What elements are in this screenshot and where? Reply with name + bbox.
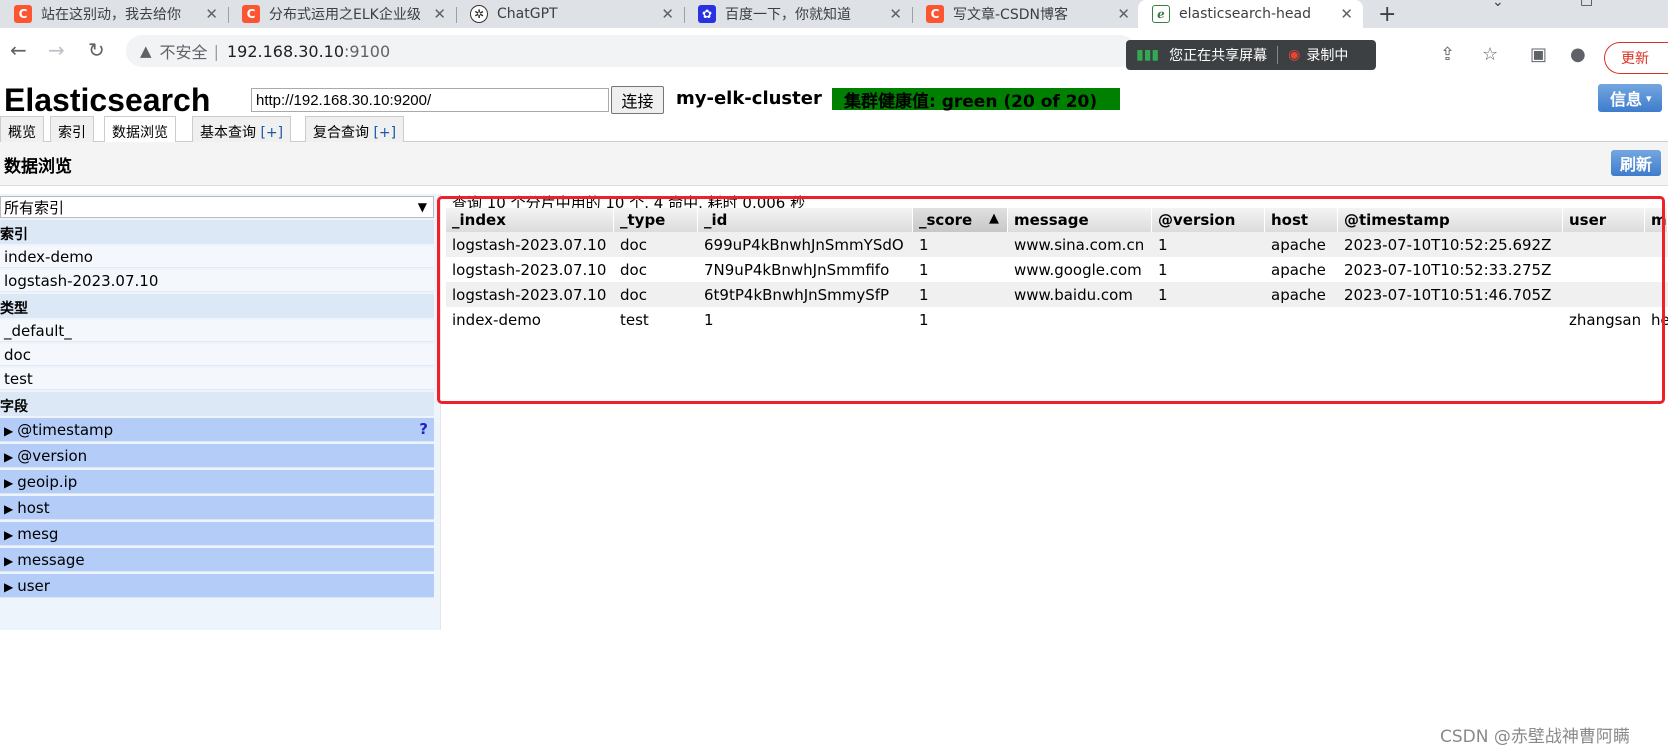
filter-sidebar: 所有索引 ▼ 索引 index-demo logstash-2023.07.10…	[0, 194, 440, 630]
page-title: 数据浏览	[4, 157, 72, 177]
browser-tab-strip: C 站在这别动，我去给你 ✕ C 分布式运用之ELK企业级 ✕ ✲ ChatGP…	[0, 0, 1668, 28]
sidebar-field-item[interactable]: ▶ geoip.ip	[0, 470, 434, 494]
share-page-icon[interactable]: ⇪	[1440, 44, 1455, 65]
new-tab-icon[interactable]: +	[1378, 2, 1396, 27]
browser-tab[interactable]: C 写文章-CSDN博客 ✕	[912, 0, 1140, 28]
sidebar-field-item[interactable]: ▶ @version	[0, 444, 434, 468]
forward-icon[interactable]: →	[48, 38, 65, 62]
chevron-down-icon[interactable]: ⌄	[1492, 0, 1504, 10]
browser-tab[interactable]: C 分布式运用之ELK企业级 ✕	[228, 0, 456, 28]
update-button[interactable]: 更新	[1604, 42, 1668, 74]
insecure-label: 不安全	[159, 43, 208, 62]
sidebar-field-item[interactable]: ▶ user	[0, 574, 434, 598]
close-icon[interactable]: ✕	[205, 5, 218, 23]
tab-title: 站在这别动，我去给你	[41, 7, 181, 23]
close-icon[interactable]: ✕	[889, 5, 902, 23]
info-label: 信息	[1610, 90, 1643, 109]
expand-triangle-icon: ▶	[4, 450, 14, 464]
elasticsearch-head-app: Elasticsearch 连接 my-elk-cluster 集群健康值: g…	[0, 74, 1668, 753]
sidebar-type-item[interactable]: test	[0, 368, 434, 390]
profile-avatar-icon[interactable]: ●	[1570, 44, 1586, 65]
csdn-icon: C	[242, 5, 260, 23]
tab-data-browser[interactable]: 数据浏览	[104, 116, 176, 143]
expand-triangle-icon: ▶	[4, 424, 14, 438]
record-icon: ◉	[1288, 47, 1301, 63]
screen-share-bar[interactable]: ▮▮▮ 您正在共享屏幕 ◉ 录制中	[1126, 40, 1376, 70]
close-icon[interactable]: ✕	[433, 5, 446, 23]
close-icon[interactable]: ✕	[661, 5, 674, 23]
expand-triangle-icon: ▶	[4, 554, 14, 568]
recording-text: 录制中	[1306, 48, 1349, 64]
warning-icon: ▲	[140, 42, 152, 60]
tab-indices[interactable]: 索引	[50, 116, 94, 142]
tab-overview[interactable]: 概览	[0, 116, 44, 142]
tab-title: elasticsearch-head	[1179, 6, 1311, 22]
chevron-down-icon: ▼	[417, 200, 427, 214]
reload-icon[interactable]: ↻	[88, 38, 105, 62]
caret-down-icon: ▾	[1646, 91, 1652, 105]
types-header: 类型	[0, 294, 434, 318]
index-select[interactable]: 所有索引 ▼	[0, 196, 434, 218]
watermark: CSDN @赤壁战神曹阿瞒	[1440, 727, 1630, 747]
red-annotation-box	[437, 196, 1665, 404]
info-menu-button[interactable]: 信息 ▾	[1598, 84, 1662, 112]
indices-header: 索引	[0, 220, 434, 244]
page-header: 数据浏览 刷新	[0, 142, 1668, 186]
sidebar-type-item[interactable]: doc	[0, 344, 434, 366]
refresh-button[interactable]: 刷新	[1611, 150, 1661, 176]
expand-triangle-icon: ▶	[4, 528, 14, 542]
chatgpt-icon: ✲	[470, 5, 488, 23]
app-nav-tabs: 概览 索引 数据浏览 基本查询 [+] 复合查询 [+]	[0, 116, 1668, 143]
sidebar-field-item[interactable]: ▶ @timestamp ?	[0, 418, 434, 442]
browser-tab-active[interactable]: ℯ elasticsearch-head ✕	[1138, 0, 1363, 28]
csdn-icon: C	[926, 5, 944, 23]
bookmark-star-icon[interactable]: ☆	[1482, 44, 1498, 65]
browser-tab[interactable]: ✿ 百度一下，你就知道 ✕	[684, 0, 912, 28]
signal-bars-icon: ▮▮▮	[1136, 47, 1160, 63]
browser-tab[interactable]: ✲ ChatGPT ✕	[456, 0, 684, 28]
tab-title: 分布式运用之ELK企业级	[269, 7, 421, 23]
cluster-name: my-elk-cluster	[676, 88, 822, 109]
tab-title: ChatGPT	[497, 6, 558, 22]
sidebar-index-item[interactable]: index-demo	[0, 246, 434, 268]
fields-header: 字段	[0, 392, 434, 416]
baidu-icon: ✿	[698, 5, 716, 23]
help-icon[interactable]: ?	[419, 420, 428, 438]
share-text: 您正在共享屏幕	[1169, 48, 1268, 64]
url-host: 192.168.30.10	[226, 41, 345, 61]
tab-basic-query[interactable]: 基本查询 [+]	[192, 116, 292, 142]
sidebar-field-item[interactable]: ▶ mesg	[0, 522, 434, 546]
url-port: :9100	[344, 41, 391, 61]
tab-title: 写文章-CSDN博客	[953, 7, 1068, 23]
tab-compound-query[interactable]: 复合查询 [+]	[305, 116, 405, 142]
sidebar-field-item[interactable]: ▶ message	[0, 548, 434, 572]
tab-title: 百度一下，你就知道	[725, 7, 851, 23]
address-bar[interactable]: ▲ 不安全 | 192.168.30.10:9100	[126, 35, 1136, 67]
sidebar-field-item[interactable]: ▶ host	[0, 496, 434, 520]
back-icon[interactable]: ←	[10, 38, 27, 62]
sidebar-type-item[interactable]: _default_	[0, 320, 434, 342]
address-bar-row: ← → ↻ ▲ 不安全 | 192.168.30.10:9100	[0, 28, 1668, 74]
cluster-health-badge: 集群健康值: green (20 of 20)	[832, 88, 1120, 112]
close-icon[interactable]: ✕	[1340, 5, 1353, 23]
elasticsearch-head-icon: ℯ	[1152, 5, 1170, 23]
expand-triangle-icon: ▶	[4, 476, 14, 490]
csdn-icon: C	[14, 5, 32, 23]
expand-triangle-icon: ▶	[4, 580, 14, 594]
cluster-url-input[interactable]	[251, 88, 609, 112]
connect-button[interactable]: 连接	[611, 86, 664, 114]
browser-tab[interactable]: C 站在这别动，我去给你 ✕	[0, 0, 228, 28]
brand-title: Elasticsearch	[4, 82, 211, 118]
expand-triangle-icon: ▶	[4, 502, 14, 516]
restore-window-icon[interactable]: □	[1580, 0, 1593, 8]
side-panel-icon[interactable]: ▣	[1530, 44, 1547, 65]
close-icon[interactable]: ✕	[1117, 5, 1130, 23]
sidebar-index-item[interactable]: logstash-2023.07.10	[0, 270, 434, 292]
